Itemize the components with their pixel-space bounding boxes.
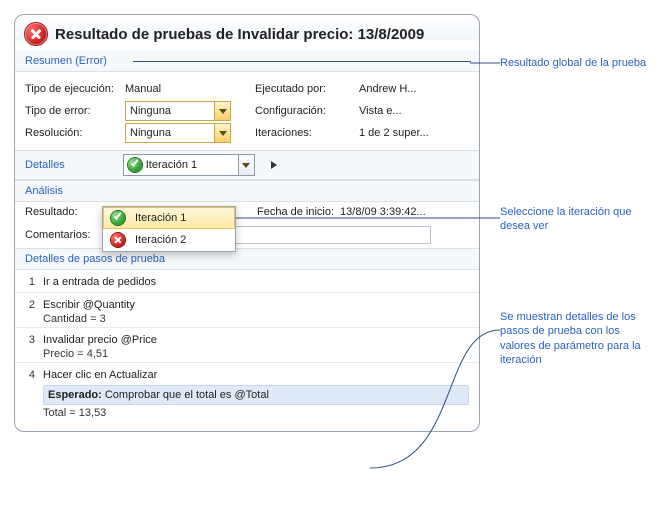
- step-param: Total = 13,53: [25, 407, 469, 419]
- step-number: 1: [25, 276, 35, 288]
- steps-heading: Detalles de pasos de prueba: [25, 253, 165, 265]
- step-param: Cantidad = 3: [25, 313, 469, 325]
- test-step: 2 Escribir @Quantity Cantidad = 3: [15, 292, 479, 327]
- test-result-panel: Resultado de pruebas de Invalidar precio…: [14, 14, 480, 432]
- callout-select-iteration: Seleccione la iteración que desea ver: [500, 205, 650, 234]
- summary-heading[interactable]: Resumen (Error): [25, 55, 107, 67]
- step-text: Ir a entrada de pedidos: [43, 276, 156, 288]
- test-step: 4 Hacer clic en Actualizar Esperado: Com…: [15, 362, 479, 421]
- step-number: 4: [25, 369, 35, 381]
- failtype-label: Tipo de error:: [25, 105, 125, 117]
- start-value: 13/8/09 3:39:42...: [340, 206, 426, 218]
- resolution-label: Resolución:: [25, 127, 125, 139]
- test-step: 1 Ir a entrada de pedidos: [15, 270, 479, 292]
- step-text: Invalidar precio @Price: [43, 334, 157, 346]
- runby-value: Andrew H...: [359, 83, 469, 95]
- iteration-option-label: Iteración 2: [135, 234, 186, 246]
- iteration-option-label: Iteración 1: [135, 212, 186, 224]
- failtype-combo[interactable]: Ninguna: [125, 101, 231, 121]
- analysis-section-bar: Análisis: [15, 180, 479, 202]
- callout-step-details: Se muestran detalles de los pasos de pru…: [500, 310, 650, 367]
- error-icon: [25, 23, 47, 45]
- check-icon: [111, 211, 125, 225]
- callout-overall-result: Resultado global de la prueba: [500, 56, 650, 70]
- test-step: 3 Invalidar precio @Price Precio = 4,51: [15, 327, 479, 362]
- chevron-down-icon: [214, 102, 230, 120]
- step-text: Hacer clic en Actualizar: [43, 369, 157, 381]
- panel-title: Resultado de pruebas de Invalidar precio…: [55, 26, 424, 43]
- resolution-combo[interactable]: Ninguna: [125, 123, 231, 143]
- runby-label: Ejecutado por:: [255, 83, 359, 95]
- step-number: 2: [25, 299, 35, 311]
- config-value: Vista e...: [359, 105, 469, 117]
- expected-text: Comprobar que el total es @Total: [105, 389, 269, 401]
- resolution-combo-value: Ninguna: [130, 127, 171, 139]
- chevron-down-icon: [214, 124, 230, 142]
- step-text: Escribir @Quantity: [43, 299, 135, 311]
- details-heading[interactable]: Detalles: [25, 159, 65, 171]
- step-expected: Esperado: Comprobar que el total es @Tot…: [43, 385, 469, 405]
- analysis-comments-row: Comentarios:: [15, 222, 479, 248]
- iteration-combo-value: Iteración 1: [146, 159, 197, 171]
- step-number: 3: [25, 334, 35, 346]
- error-icon: [111, 233, 125, 247]
- runtype-label: Tipo de ejecución:: [25, 83, 125, 95]
- iteration-option[interactable]: Iteración 1: [103, 207, 235, 229]
- iteration-option[interactable]: Iteración 2: [103, 229, 235, 251]
- summary-leader-inner: [133, 61, 471, 62]
- iteration-combo[interactable]: Iteración 1: [123, 154, 255, 176]
- chevron-down-icon: [238, 155, 254, 175]
- analysis-result-row: Resultado: Fecha de inicio: 13/8/09 3:39…: [15, 202, 479, 222]
- summary-section-bar: Resumen (Error): [15, 51, 479, 72]
- analysis-heading[interactable]: Análisis: [25, 185, 63, 197]
- failtype-combo-value: Ninguna: [130, 105, 171, 117]
- iterations-label: Iteraciones:: [255, 127, 359, 139]
- config-label: Configuración:: [255, 105, 359, 117]
- start-label: Fecha de inicio:: [257, 206, 334, 218]
- panel-header: Resultado de pruebas de Invalidar precio…: [15, 15, 479, 51]
- step-param: Precio = 4,51: [25, 348, 469, 360]
- check-icon: [128, 158, 142, 172]
- expected-label: Esperado:: [48, 389, 102, 401]
- play-icon[interactable]: [271, 161, 277, 169]
- steps-section-bar: Detalles de pasos de prueba: [15, 248, 479, 270]
- details-section-bar: Detalles Iteración 1: [15, 150, 479, 180]
- iteration-dropdown: Iteración 1 Iteración 2: [102, 206, 236, 252]
- summary-body: Tipo de ejecución: Manual Ejecutado por:…: [15, 72, 479, 150]
- iterations-value: 1 de 2 super...: [359, 127, 469, 139]
- runtype-value: Manual: [125, 83, 255, 95]
